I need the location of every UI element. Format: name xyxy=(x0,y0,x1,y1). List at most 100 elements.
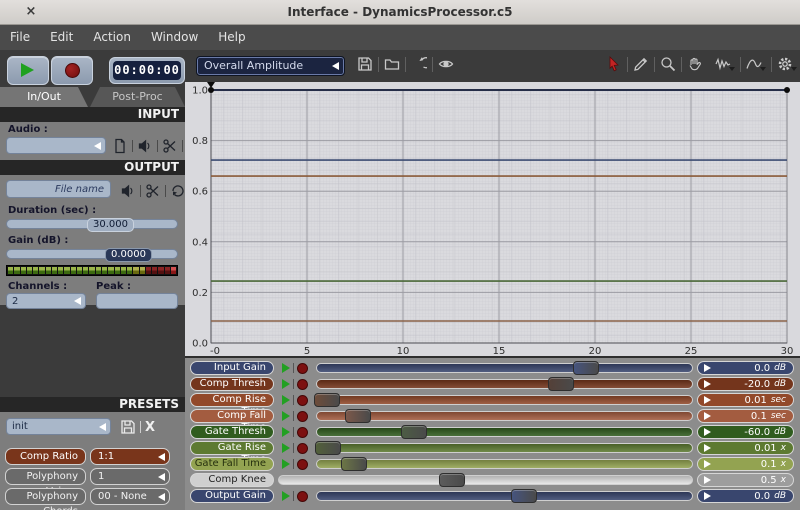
param-label-gate-rise-time[interactable]: Gate Rise Time xyxy=(190,441,274,455)
peak-field[interactable] xyxy=(96,293,178,309)
slider-handle[interactable] xyxy=(511,489,537,503)
slider-track[interactable] xyxy=(316,443,693,453)
save-icon[interactable] xyxy=(357,56,373,72)
data-point[interactable] xyxy=(784,87,790,93)
folder-icon[interactable] xyxy=(384,56,400,72)
play-icon[interactable] xyxy=(282,363,290,373)
play-icon[interactable] xyxy=(282,395,290,405)
slider-track[interactable] xyxy=(316,459,693,469)
param-slider-comp-fall-time[interactable] xyxy=(316,409,693,423)
record-icon[interactable] xyxy=(297,363,308,374)
param-slider-output-gain[interactable] xyxy=(316,489,693,503)
slider-track[interactable] xyxy=(278,475,693,485)
save-icon[interactable] xyxy=(120,419,136,435)
preset-select[interactable]: init xyxy=(6,418,111,435)
slider-handle[interactable] xyxy=(548,377,574,391)
param-slider-comp-knee[interactable] xyxy=(278,473,693,487)
play-icon[interactable] xyxy=(282,411,290,421)
slider-track[interactable] xyxy=(316,427,693,437)
slider-track[interactable] xyxy=(316,379,693,389)
audio-select[interactable] xyxy=(6,137,106,154)
close-icon[interactable]: × xyxy=(22,3,40,21)
amplitude-chart[interactable]: -0510152025300.00.20.40.60.81.0 xyxy=(185,82,800,358)
param-label-input-gain[interactable]: Input Gain xyxy=(190,361,274,375)
undo-icon[interactable] xyxy=(411,56,427,72)
param-value-comp-thresh[interactable]: -20.0dB xyxy=(697,377,794,391)
file-name-field[interactable]: File name xyxy=(6,180,111,198)
waveform-icon[interactable] xyxy=(715,56,735,72)
param-slider-gate-fall-time[interactable] xyxy=(316,457,693,471)
param-value-gate-rise-time[interactable]: 0.01x xyxy=(697,441,794,455)
param-button-polyphony-chords[interactable]: Polyphony Chords xyxy=(5,488,86,505)
param-slider-input-gain[interactable] xyxy=(316,361,693,375)
speaker-icon[interactable] xyxy=(120,183,136,199)
param-label-comp-rise-time[interactable]: Comp Rise Time xyxy=(190,393,274,407)
record-icon[interactable] xyxy=(297,395,308,406)
record-icon[interactable] xyxy=(297,443,308,454)
param-value-gate-thresh[interactable]: -60.0dB xyxy=(697,425,794,439)
slider-handle[interactable] xyxy=(314,393,340,407)
cursor-icon[interactable] xyxy=(606,56,622,72)
zoom-icon[interactable] xyxy=(660,56,676,72)
menu-item-edit[interactable]: Edit xyxy=(40,25,83,50)
param-value-comp-knee[interactable]: 0.5x xyxy=(697,473,794,487)
record-icon[interactable] xyxy=(297,491,308,502)
play-icon[interactable] xyxy=(282,459,290,469)
tab-in-out[interactable]: In/Out xyxy=(0,87,88,107)
speaker-icon[interactable] xyxy=(137,138,153,154)
gain-slider[interactable]: 0.0000 xyxy=(6,249,178,259)
menu-item-window[interactable]: Window xyxy=(141,25,208,50)
record-icon[interactable] xyxy=(297,411,308,422)
delete-preset-button[interactable]: X xyxy=(145,420,155,435)
param-label-comp-thresh[interactable]: Comp Thresh xyxy=(190,377,274,391)
slider-handle[interactable] xyxy=(315,441,341,455)
slider-handle[interactable] xyxy=(573,361,599,375)
tab-post-proc[interactable]: Post-Proc xyxy=(90,87,185,107)
slider-handle[interactable] xyxy=(439,473,465,487)
menu-item-file[interactable]: File xyxy=(0,25,40,50)
loop-icon[interactable] xyxy=(170,183,186,199)
record-icon[interactable] xyxy=(297,459,308,470)
envelope-icon[interactable] xyxy=(746,56,766,72)
slider-handle[interactable] xyxy=(401,425,427,439)
channels-select[interactable]: 2 xyxy=(6,293,86,309)
gear-icon[interactable] xyxy=(777,56,797,72)
slider-track[interactable] xyxy=(316,363,693,373)
param-value-output-gain[interactable]: 0.0dB xyxy=(697,489,794,503)
param-label-output-gain[interactable]: Output Gain xyxy=(190,489,274,503)
param-label-comp-knee[interactable]: Comp Knee xyxy=(190,473,274,487)
play-icon[interactable] xyxy=(282,443,290,453)
slider-handle[interactable] xyxy=(341,457,367,471)
slider-track[interactable] xyxy=(316,395,693,405)
param-slider-comp-thresh[interactable] xyxy=(316,377,693,391)
record-icon[interactable] xyxy=(297,379,308,390)
slider-track[interactable] xyxy=(316,491,693,501)
param-button-polyphony-voices[interactable]: Polyphony Voices xyxy=(5,468,86,485)
slider-handle[interactable] xyxy=(345,409,371,423)
param-label-gate-fall-time[interactable]: Gate Fall Time xyxy=(190,457,274,471)
menu-item-action[interactable]: Action xyxy=(83,25,141,50)
menu-item-help[interactable]: Help xyxy=(208,25,255,50)
param-label-gate-thresh[interactable]: Gate Thresh xyxy=(190,425,274,439)
scissors-icon[interactable] xyxy=(162,138,178,154)
eye-icon[interactable] xyxy=(438,56,454,72)
duration-slider[interactable]: 30.000 xyxy=(6,219,178,229)
curve-selector[interactable]: Overall Amplitude xyxy=(197,57,344,75)
param-slider-gate-thresh[interactable] xyxy=(316,425,693,439)
pencil-icon[interactable] xyxy=(633,56,649,72)
slider-track[interactable] xyxy=(316,411,693,421)
play-icon[interactable] xyxy=(282,379,290,389)
param-select-polyphony-voices[interactable]: 1 xyxy=(90,468,170,485)
param-value-comp-fall-time[interactable]: 0.1sec xyxy=(697,409,794,423)
record-icon[interactable] xyxy=(297,427,308,438)
param-label-comp-fall-time[interactable]: Comp Fall Time xyxy=(190,409,274,423)
record-button[interactable] xyxy=(51,56,93,85)
file-icon[interactable] xyxy=(112,138,128,154)
param-slider-comp-rise-time[interactable] xyxy=(316,393,693,407)
play-icon[interactable] xyxy=(282,427,290,437)
param-button-comp-ratio[interactable]: Comp Ratio xyxy=(5,448,86,465)
param-value-input-gain[interactable]: 0.0dB xyxy=(697,361,794,375)
hand-icon[interactable] xyxy=(687,56,703,72)
scissors-icon[interactable] xyxy=(145,183,161,199)
param-value-gate-fall-time[interactable]: 0.1x xyxy=(697,457,794,471)
